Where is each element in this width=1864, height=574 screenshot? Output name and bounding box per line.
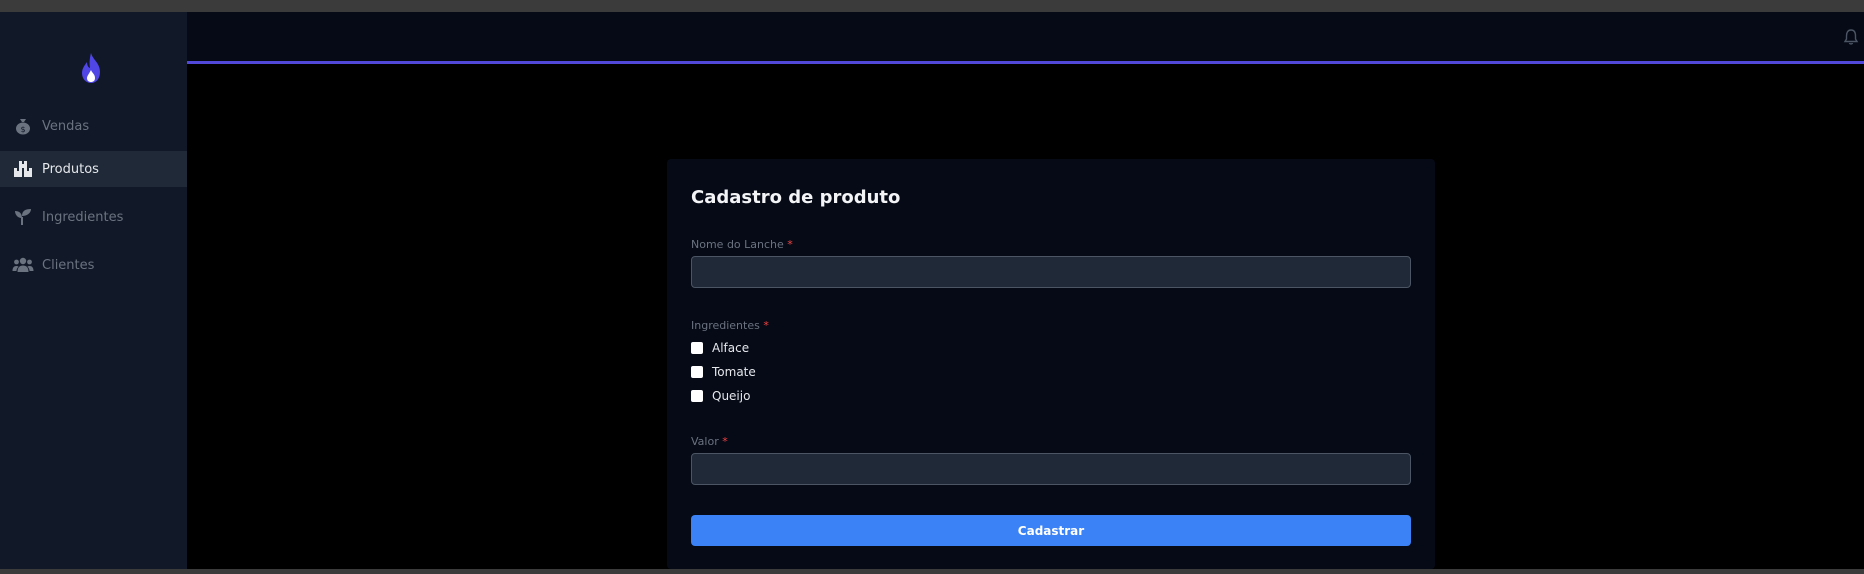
ingredient-label: Tomate: [712, 365, 756, 379]
sidebar-item-label: Produtos: [42, 161, 99, 177]
sidebar-item-clientes[interactable]: Clientes: [0, 247, 187, 283]
sidebar: $ Vendas Produtos Ingredientes Clientes: [0, 12, 187, 569]
name-field-label: Nome do Lanche *: [691, 238, 793, 251]
ingredient-label: Queijo: [712, 389, 751, 403]
checkbox[interactable]: [691, 390, 703, 402]
boxes-icon: [12, 158, 34, 180]
form-title: Cadastro de produto: [691, 187, 901, 208]
ingredient-option-queijo[interactable]: Queijo: [691, 389, 750, 403]
ingredient-option-tomate[interactable]: Tomate: [691, 365, 756, 379]
checkbox[interactable]: [691, 342, 703, 354]
name-input[interactable]: [691, 256, 1411, 288]
sidebar-item-label: Clientes: [42, 257, 95, 273]
sidebar-item-label: Vendas: [42, 118, 90, 134]
money-bag-icon: $: [12, 115, 34, 137]
window-top-strip: [0, 0, 1864, 12]
top-bar-accent-line: [187, 61, 1864, 64]
ingredients-label: Ingredientes *: [691, 319, 769, 332]
ingredient-label: Alface: [712, 341, 750, 355]
value-field-label: Valor *: [691, 435, 728, 448]
ingredient-option-alface[interactable]: Alface: [691, 341, 749, 355]
value-input[interactable]: [691, 453, 1411, 485]
sidebar-item-ingredientes[interactable]: Ingredientes: [0, 199, 187, 235]
top-bar: [187, 12, 1864, 61]
flame-logo-icon[interactable]: [78, 52, 104, 84]
sidebar-item-vendas[interactable]: $ Vendas: [0, 108, 187, 144]
required-marker: *: [787, 238, 793, 251]
required-marker: *: [763, 319, 769, 332]
required-marker: *: [722, 435, 728, 448]
sidebar-item-produtos[interactable]: Produtos: [0, 151, 187, 187]
sidebar-item-label: Ingredientes: [42, 209, 124, 225]
svg-text:$: $: [20, 125, 25, 134]
checkbox[interactable]: [691, 366, 703, 378]
product-form-card: Cadastro de produto Nome do Lanche * Ing…: [667, 159, 1435, 569]
users-icon: [12, 254, 34, 276]
bell-icon[interactable]: [1842, 28, 1860, 46]
window-bottom-strip: [0, 569, 1864, 574]
submit-button[interactable]: Cadastrar: [691, 515, 1411, 546]
seedling-icon: [12, 206, 34, 228]
